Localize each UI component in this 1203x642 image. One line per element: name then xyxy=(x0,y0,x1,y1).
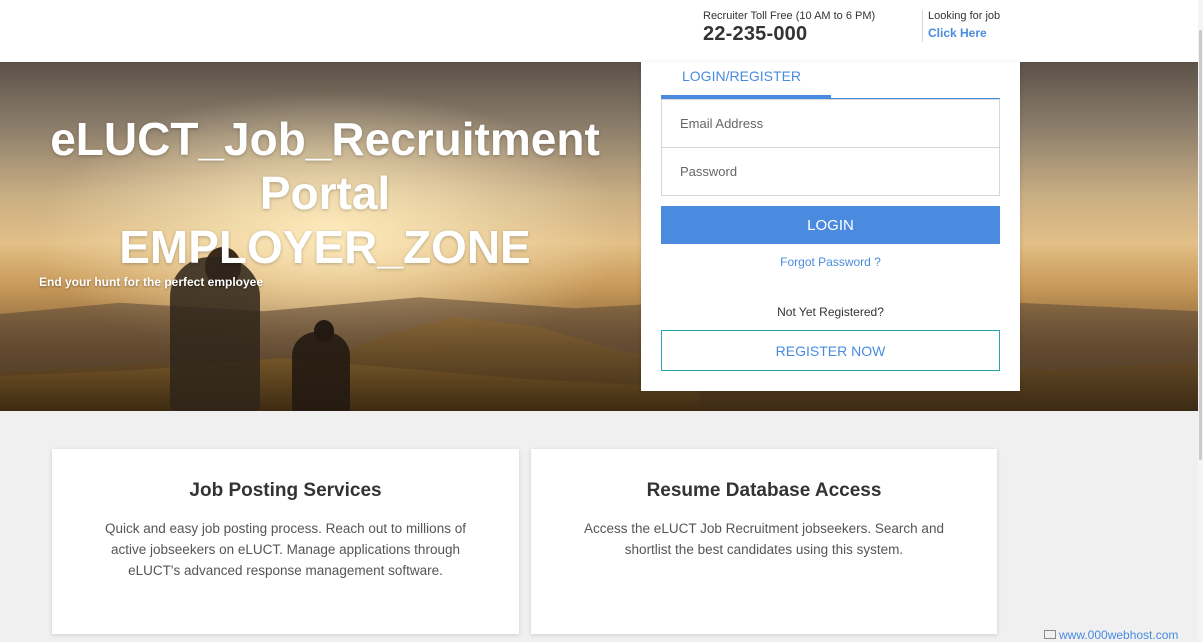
login-panel: LOGIN/REGISTER LOGIN Forgot Password ? N… xyxy=(641,62,1020,391)
service-card-description: Quick and easy job posting process. Reac… xyxy=(105,521,466,578)
login-button[interactable]: LOGIN xyxy=(661,206,1000,244)
jobseeker-section: Looking for job Click Here xyxy=(928,10,1000,40)
toll-free-number: 22-235-000 xyxy=(703,23,808,45)
toll-free-label: Recruiter Toll Free (10 AM to 6 PM) xyxy=(703,10,876,22)
hero-title-line2: Portal xyxy=(259,167,391,219)
service-card-resume-database: Resume Database Access Access the eLUCT … xyxy=(531,449,997,634)
register-now-button[interactable]: REGISTER NOW xyxy=(661,330,1000,371)
image-icon xyxy=(1044,630,1056,639)
webhost-link-text: www.000webhost.com xyxy=(1059,628,1179,642)
webhost-link[interactable]: www.000webhost.com xyxy=(1044,628,1178,642)
login-tab-bar: LOGIN/REGISTER xyxy=(661,62,1000,99)
password-field[interactable] xyxy=(661,147,1000,196)
header-divider xyxy=(922,10,923,42)
hiker-silhouette-small xyxy=(292,332,350,411)
forgot-password-link[interactable]: Forgot Password ? xyxy=(661,255,1000,269)
hero-subtitle: End your hunt for the perfect employee xyxy=(39,275,264,289)
email-field[interactable] xyxy=(661,99,1000,148)
hero-title-line1: eLUCT_Job_Recruitment xyxy=(50,113,600,165)
service-card-description: Access the eLUCT Job Recruitment jobseek… xyxy=(584,521,944,557)
jobseeker-label: Looking for job xyxy=(928,10,1001,22)
tab-login-register[interactable]: LOGIN/REGISTER xyxy=(661,62,831,98)
jobseeker-click-here-link[interactable]: Click Here xyxy=(928,26,1000,40)
hero-title-line3: EMPLOYER_ZONE xyxy=(119,221,531,273)
hero-title: eLUCT_Job_Recruitment Portal EMPLOYER_ZO… xyxy=(30,112,620,274)
service-card-title: Job Posting Services xyxy=(189,480,382,501)
service-card-title: Resume Database Access xyxy=(646,480,882,501)
top-bar: Recruiter Toll Free (10 AM to 6 PM) 22-2… xyxy=(0,0,1203,62)
service-card-job-posting: Job Posting Services Quick and easy job … xyxy=(52,449,519,634)
scrollbar-thumb[interactable] xyxy=(1199,30,1202,460)
recruiter-toll-free: Recruiter Toll Free (10 AM to 6 PM) 22-2… xyxy=(703,10,875,46)
not-registered-text: Not Yet Registered? xyxy=(777,305,884,319)
